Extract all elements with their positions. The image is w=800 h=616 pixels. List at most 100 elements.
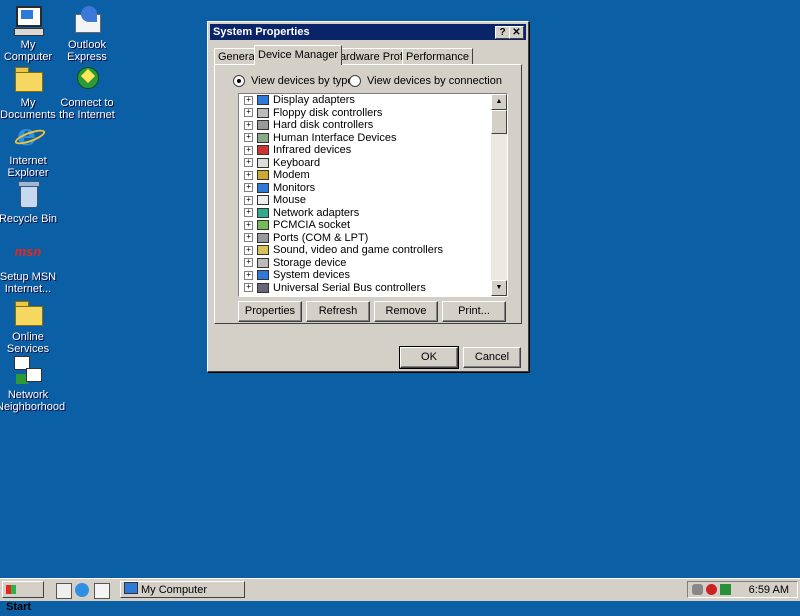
outlook-express-icon [71, 4, 103, 36]
device-category-row[interactable]: + Floppy disk controllers [239, 107, 491, 120]
scroll-down-button[interactable]: ▼ [491, 280, 507, 296]
radio-view-by-connection[interactable]: View devices by connection [349, 75, 502, 87]
device-category-label: Monitors [273, 181, 316, 194]
device-category-row[interactable]: + Storage device [239, 257, 491, 270]
tray-volume-icon[interactable] [720, 584, 731, 595]
vertical-scrollbar[interactable]: ▲ ▼ [491, 94, 507, 296]
desktop-icon-setup-msn[interactable]: Setup MSN Internet... [0, 236, 60, 295]
help-button[interactable]: ? [495, 26, 510, 39]
desktop-icon-my-documents[interactable]: My Documents [0, 62, 60, 121]
print-button[interactable]: Print... [442, 301, 506, 322]
expand-icon[interactable]: + [244, 158, 253, 168]
expand-icon[interactable]: + [244, 195, 253, 205]
expand-icon[interactable]: + [244, 183, 253, 193]
device-category-row[interactable]: + Keyboard [239, 157, 491, 170]
device-category-row[interactable]: + Infrared devices [239, 144, 491, 157]
my-computer-icon [12, 4, 44, 36]
radio-view-by-type[interactable]: View devices by type [233, 75, 354, 87]
device-category-icon [257, 245, 269, 256]
windows-flag-icon [6, 585, 16, 594]
device-category-row[interactable]: + Sound, video and game controllers [239, 244, 491, 257]
device-category-icon [257, 132, 269, 143]
expand-icon[interactable]: + [244, 170, 253, 180]
tray-device-icon[interactable] [692, 584, 703, 595]
device-category-label: Universal Serial Bus controllers [273, 281, 426, 294]
start-button[interactable]: Start [2, 581, 44, 613]
device-category-row[interactable]: + Human Interface Devices [239, 132, 491, 145]
device-category-label: Network adapters [273, 206, 360, 219]
device-category-row[interactable]: + Universal Serial Bus controllers [239, 282, 491, 295]
device-category-label: Display adapters [273, 94, 355, 106]
tab-device-manager[interactable]: Device Manager [254, 45, 343, 65]
desktop-icon-outlook-express[interactable]: Outlook Express [55, 4, 119, 63]
desktop-icon-my-computer[interactable]: My Computer [0, 4, 60, 63]
device-category-label: Keyboard [273, 156, 321, 169]
device-category-label: Floppy disk controllers [273, 106, 383, 119]
device-list: + Display adapters + Floppy disk controller… [239, 94, 491, 294]
msn-icon [12, 236, 44, 268]
ok-button[interactable]: OK [399, 346, 459, 369]
tray-network-icon[interactable] [706, 584, 717, 595]
expand-icon[interactable]: + [244, 95, 253, 105]
taskbar: Start My Computer 6:59 AM [0, 578, 800, 613]
device-category-row[interactable]: + System devices [239, 269, 491, 282]
expand-icon[interactable]: + [244, 145, 253, 155]
device-category-row[interactable]: + Network adapters [239, 207, 491, 220]
close-button[interactable]: ✕ [509, 26, 524, 39]
device-category-row[interactable]: + Modem [239, 169, 491, 182]
tab-performance[interactable]: Performance [402, 48, 473, 65]
internet-explorer-quicklaunch-icon[interactable] [75, 583, 89, 597]
device-category-label: System devices [273, 269, 351, 281]
device-category-label: Human Interface Devices [273, 131, 397, 144]
folder-icon [12, 296, 44, 328]
device-category-row[interactable]: + Mouse [239, 194, 491, 207]
device-category-label: Mouse [273, 194, 307, 206]
device-category-label: Storage device [273, 256, 347, 269]
expand-icon[interactable]: + [244, 220, 253, 230]
expand-icon[interactable]: + [244, 108, 253, 118]
desktop-icon-recycle-bin[interactable]: Recycle Bin [0, 178, 60, 225]
device-category-row[interactable]: + Display adapters [239, 94, 491, 107]
device-category-row[interactable]: + Monitors [239, 182, 491, 195]
expand-icon[interactable]: + [244, 283, 253, 293]
desktop-icon-internet-explorer[interactable]: Internet Explorer [0, 118, 60, 179]
device-tree[interactable]: + Display adapters + Floppy disk controller… [238, 93, 508, 297]
device-category-row[interactable]: + Hard disk controllers [239, 119, 491, 132]
expand-icon[interactable]: + [244, 120, 253, 130]
my-documents-icon [12, 62, 44, 94]
desktop-icon-label: Setup MSN Internet... [0, 271, 57, 295]
properties-button[interactable]: Properties [238, 301, 302, 322]
desktop-icon-online-services[interactable]: Online Services [0, 296, 60, 355]
expand-icon[interactable]: + [244, 208, 253, 218]
expand-icon[interactable]: + [244, 233, 253, 243]
radio-label: View devices by connection [367, 75, 502, 87]
radio-indicator [349, 75, 361, 87]
desktop-icon-label: My Computer [3, 39, 53, 63]
expand-icon[interactable]: + [244, 270, 253, 280]
scroll-thumb[interactable] [491, 110, 507, 134]
cancel-button[interactable]: Cancel [463, 347, 521, 368]
device-category-row[interactable]: + Ports (COM & LPT) [239, 232, 491, 245]
expand-icon[interactable]: + [244, 133, 253, 143]
remove-button[interactable]: Remove [374, 301, 438, 322]
device-category-icon [257, 145, 269, 156]
start-label: Start [6, 601, 32, 613]
device-category-icon [257, 195, 269, 206]
device-category-icon [257, 220, 269, 231]
desktop-icon-connect-internet[interactable]: Connect to the Internet [55, 62, 119, 121]
refresh-button[interactable]: Refresh [306, 301, 370, 322]
device-category-label: Ports (COM & LPT) [273, 231, 369, 244]
device-category-icon [257, 157, 269, 168]
device-category-label: Hard disk controllers [273, 119, 374, 131]
expand-icon[interactable]: + [244, 245, 253, 255]
desktop-icon-network-neighborhood[interactable]: Network Neighborhood [0, 354, 65, 413]
scroll-up-button[interactable]: ▲ [491, 94, 507, 110]
device-category-icon [257, 182, 269, 193]
show-desktop-icon[interactable] [56, 583, 72, 599]
device-category-row[interactable]: + PCMCIA socket [239, 219, 491, 232]
expand-icon[interactable]: + [244, 258, 253, 268]
task-button-my-computer[interactable]: My Computer [120, 581, 245, 598]
dialog-titlebar[interactable]: System Properties ? ✕ [210, 24, 526, 40]
system-tray: 6:59 AM [687, 581, 798, 598]
outlook-express-quicklaunch-icon[interactable] [94, 583, 110, 599]
